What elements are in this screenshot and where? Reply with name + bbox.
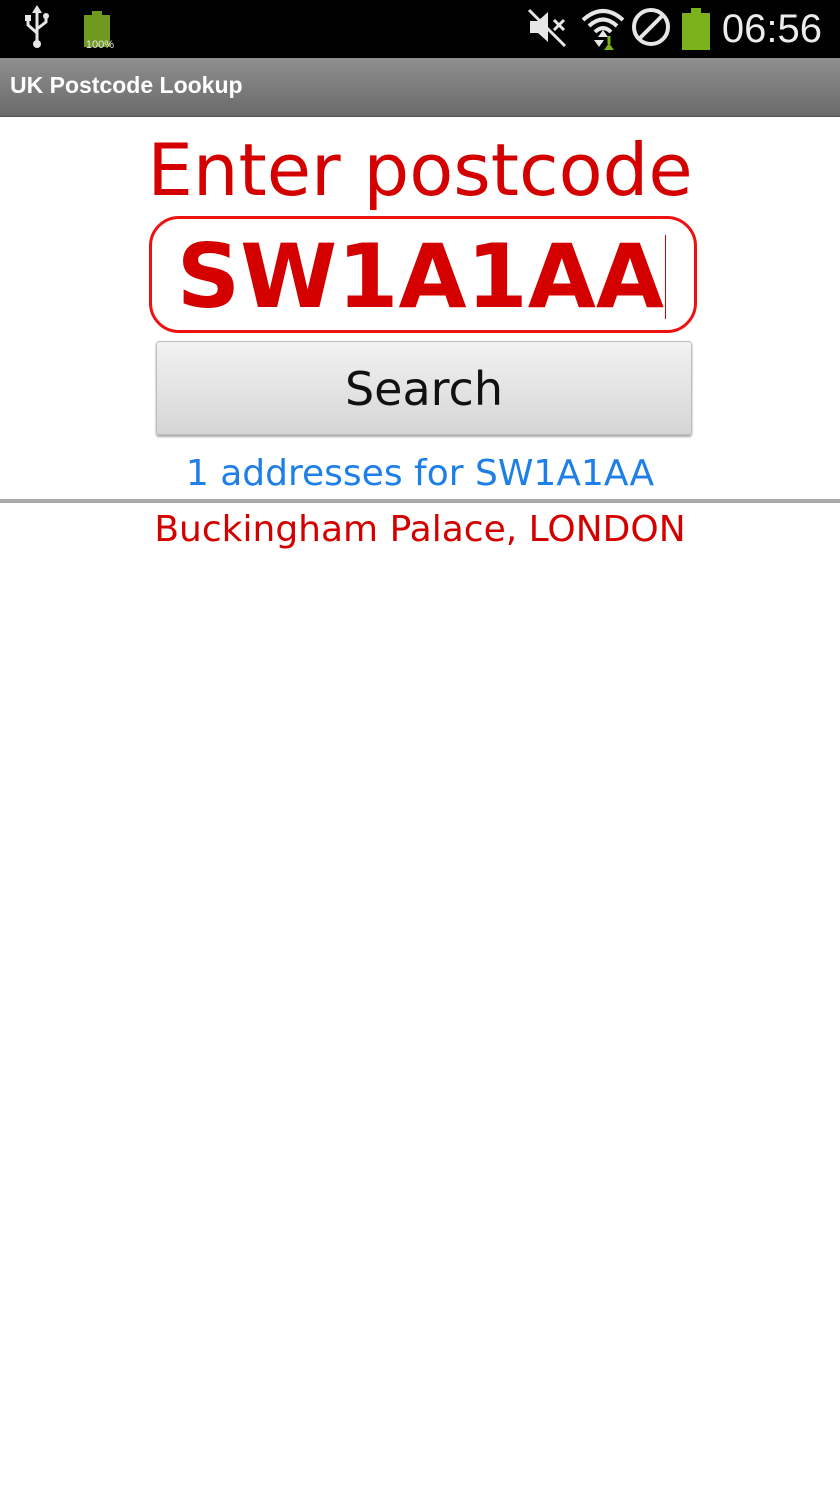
- no-sync-icon: [630, 6, 672, 53]
- status-bar: 100% 06:56: [0, 0, 840, 58]
- divider: [0, 499, 840, 503]
- usb-icon: [22, 4, 52, 54]
- battery-icon: 100%: [84, 11, 114, 51]
- postcode-prompt: Enter postcode: [147, 128, 693, 212]
- wifi-icon: [580, 4, 626, 55]
- result-summary: 1 addresses for SW1A1AA: [185, 453, 655, 494]
- status-notifications: 100%: [22, 4, 114, 54]
- text-caret: [665, 235, 666, 319]
- battery-percent-label: 100%: [85, 39, 115, 51]
- search-button[interactable]: Search: [156, 341, 692, 435]
- list-item[interactable]: Buckingham Palace, LONDON: [0, 508, 840, 552]
- app-title: UK Postcode Lookup: [10, 72, 243, 98]
- postcode-input-value: SW1A1AA: [176, 225, 664, 328]
- mute-icon: [526, 5, 570, 54]
- battery-icon: [681, 8, 710, 50]
- status-system-icons: 06:56: [526, 4, 822, 54]
- postcode-input[interactable]: SW1A1AA: [149, 216, 697, 333]
- address-list: Buckingham Palace, LONDON: [0, 508, 840, 552]
- status-clock: 06:56: [721, 6, 822, 51]
- action-bar: UK Postcode Lookup: [0, 58, 840, 117]
